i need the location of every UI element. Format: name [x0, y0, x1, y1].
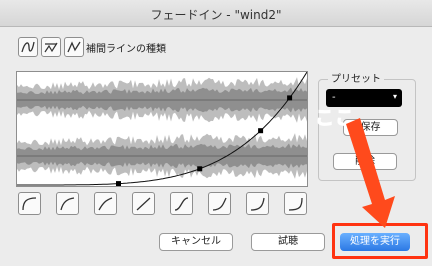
log-fade-icon [98, 197, 113, 211]
fade-shape-button-3[interactable] [94, 192, 117, 215]
fade-shape-button-8[interactable] [284, 192, 307, 215]
fade-shape-button-7[interactable] [246, 192, 269, 215]
delete-preset-button[interactable]: 削除 [333, 153, 397, 170]
fade-shape-button-2[interactable] [56, 192, 79, 215]
linear-curve-icon [44, 42, 58, 53]
chevron-down-icon: ▾ [392, 92, 397, 101]
fade-shape-button-5[interactable] [170, 192, 193, 215]
fade-shape-button-4[interactable] [132, 192, 155, 215]
interp-smooth-button[interactable] [18, 37, 38, 57]
convex-soft-fade-icon [60, 197, 75, 211]
interp-spline-button[interactable] [64, 37, 84, 57]
preset-selected-value: - [332, 92, 336, 103]
linear-fade-icon [136, 197, 151, 211]
fade-in-dialog: フェードイン - "wind2" 補間ラインの種類 プリセット - ▾ 保存 削… [0, 0, 432, 266]
envelope-handle[interactable] [116, 181, 121, 186]
title-bar: フェードイン - "wind2" [0, 0, 432, 27]
fade-shape-button-1[interactable] [18, 192, 41, 215]
annotation-text: ここ [314, 107, 356, 130]
cancel-button[interactable]: キャンセル [159, 233, 233, 251]
interpolation-type-label: 補間ラインの種類 [86, 44, 166, 55]
waveform-editor[interactable] [16, 71, 308, 187]
spline-curve-icon [67, 41, 81, 53]
envelope-handle[interactable] [287, 95, 293, 101]
convex-fade-icon [22, 197, 37, 211]
envelope-handle[interactable] [258, 128, 264, 134]
envelope-handle[interactable] [197, 166, 203, 172]
waveform-display [17, 72, 307, 186]
preview-button[interactable]: 試聴 [251, 233, 325, 251]
s-curve-fade-icon [174, 197, 189, 211]
window-title: フェードイン - "wind2" [150, 8, 282, 22]
smooth-curve-icon [21, 41, 35, 53]
preset-group-label: プリセット [328, 70, 384, 85]
slow-start-fade-icon [212, 197, 227, 211]
apply-button[interactable]: 処理を実行 [340, 233, 410, 251]
concave-fade-icon [288, 197, 303, 211]
fade-shape-button-6[interactable] [208, 192, 231, 215]
exp-fade-icon [250, 197, 265, 211]
interp-linear-button[interactable] [41, 37, 61, 57]
